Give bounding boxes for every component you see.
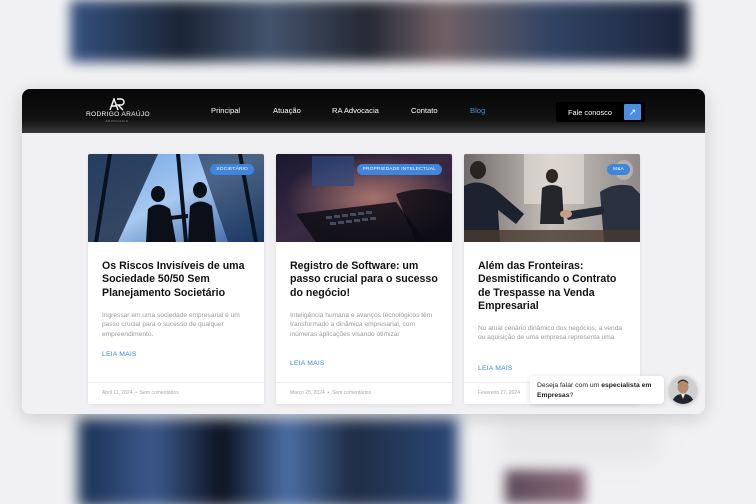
nav-item-ra-advocacia[interactable]: RA Advocacia: [332, 106, 379, 115]
read-more-link[interactable]: LEIA MAIS: [478, 365, 513, 372]
nav-item-principal[interactable]: Principal: [211, 106, 240, 115]
nav-item-atuacao[interactable]: Atuação: [273, 106, 301, 115]
blurred-hero-image: [70, 0, 690, 62]
post-meta: Março 25, 2024 • Sem comentários: [276, 382, 452, 404]
post-comments[interactable]: Sem comentários: [332, 390, 371, 396]
post-comments[interactable]: Sem comentários: [140, 390, 179, 396]
navbar: RODRIGO ARAÚJO ADVOCACIA Principal Atuaç…: [22, 89, 705, 133]
blurred-background-panel: [500, 420, 660, 460]
website-preview-frame: RODRIGO ARAÚJO ADVOCACIA Principal Atuaç…: [22, 89, 705, 414]
contact-button-label: Fale conosco: [568, 108, 612, 117]
chat-prompt-text: Deseja falar com um especialista em Empr…: [537, 381, 661, 401]
post-title[interactable]: Os Riscos Invisíveis de uma Sociedade 50…: [102, 260, 252, 300]
post-meta-text: Março 25, 2024 • Sem comentários: [290, 390, 371, 396]
contact-button[interactable]: Fale conosco ↗: [556, 102, 645, 122]
category-badge[interactable]: PROPRIEDADE INTELECTUAL: [356, 164, 442, 175]
post-excerpt: No atual cenário dinâmico dos negócios, …: [478, 325, 623, 342]
post-date: Março 25, 2024: [290, 390, 325, 396]
post-date: Abril 11, 2024: [102, 390, 133, 396]
blog-post-card[interactable]: SOCIETÁRIO Os Riscos Invisíveis de uma S…: [88, 154, 264, 404]
arrow-up-right-icon: ↗: [624, 104, 641, 120]
post-title[interactable]: Registro de Software: um passo crucial p…: [290, 260, 440, 300]
post-date: Fevereiro 27, 2024: [478, 390, 520, 396]
ra-monogram-icon: [109, 98, 125, 111]
nav-item-blog[interactable]: Blog: [470, 106, 485, 115]
read-more-link[interactable]: LEIA MAIS: [290, 360, 325, 367]
person-avatar-icon: [669, 376, 697, 404]
chat-avatar[interactable]: [669, 376, 697, 404]
brand-name: RODRIGO ARAÚJO: [86, 111, 150, 118]
chat-prompt-bubble[interactable]: Deseja falar com um especialista em Empr…: [530, 376, 664, 404]
brand-subtitle: ADVOCACIA: [105, 119, 129, 123]
blog-post-card[interactable]: PROPRIEDADE INTELECTUAL Registro de Soft…: [276, 154, 452, 404]
chat-text-prefix: Deseja falar com um: [537, 382, 600, 389]
post-title[interactable]: Além das Fronteiras: Desmistificando o C…: [478, 260, 628, 314]
blurred-background-image-small: [505, 470, 585, 504]
brand-logo[interactable]: RODRIGO ARAÚJO ADVOCACIA: [86, 98, 150, 126]
chat-text-suffix: ?: [569, 392, 574, 399]
category-badge[interactable]: SOCIETÁRIO: [210, 164, 254, 175]
blurred-background-image: [78, 418, 458, 504]
blog-post-card[interactable]: M&A Além das Fronteiras: Desmistificando…: [464, 154, 640, 404]
post-meta-text: Abril 11, 2024 • Sem comentários: [102, 390, 179, 396]
post-meta: Abril 11, 2024 • Sem comentários: [88, 382, 264, 404]
post-meta-text: Fevereiro 27, 2024: [478, 390, 520, 396]
post-excerpt: Ingressar em uma sociedade empresarial é…: [102, 312, 240, 338]
category-badge[interactable]: M&A: [607, 164, 630, 175]
nav-item-contato[interactable]: Contato: [411, 106, 438, 115]
post-excerpt: Inteligência humana e avanços tecnológic…: [290, 312, 433, 338]
read-more-link[interactable]: LEIA MAIS: [102, 351, 137, 358]
